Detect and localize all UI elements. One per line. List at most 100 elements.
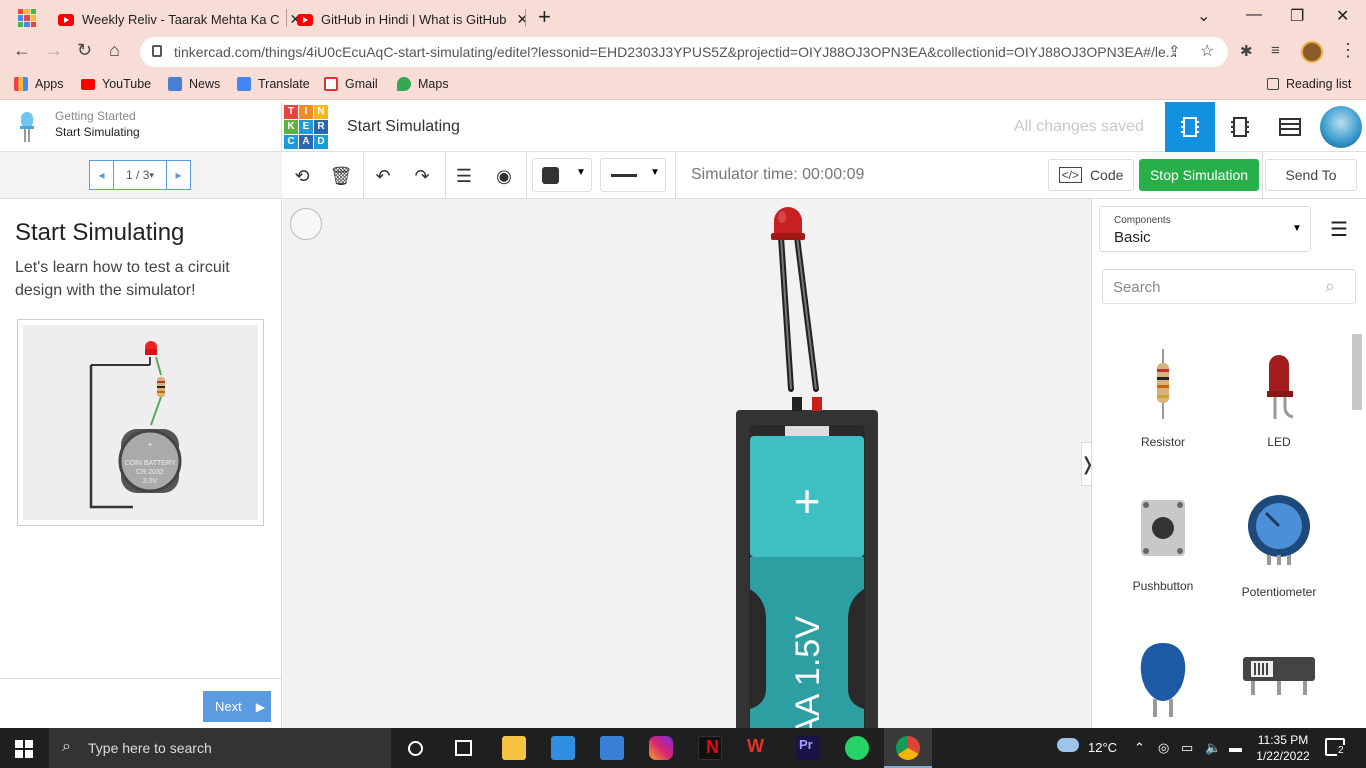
send-to-button[interactable]: Send To xyxy=(1265,159,1357,191)
new-tab-button[interactable]: + xyxy=(538,4,551,30)
component-search-input[interactable]: Search ⌕ xyxy=(1102,269,1356,304)
weather-temp[interactable]: 12°C xyxy=(1088,740,1117,755)
browser-menu-icon[interactable]: ⋮ xyxy=(1339,40,1357,61)
chrome-taskbar-button[interactable] xyxy=(884,728,932,768)
notifications-button[interactable]: 2 xyxy=(1325,738,1345,756)
windows-taskbar: ⌕ Type here to search N W Pr 12°C ⌃ ◎ ▭ … xyxy=(0,728,1366,768)
bookmark-apps[interactable]: Apps xyxy=(14,77,64,91)
component-pushbutton[interactable]: Pushbutton xyxy=(1108,497,1218,593)
bookmark-star-icon[interactable]: ☆ xyxy=(1200,41,1214,61)
taskbar-search-box[interactable]: ⌕ Type here to search xyxy=(49,728,391,768)
whatsapp-icon[interactable] xyxy=(845,736,869,760)
browser-tab-1[interactable]: Weekly Reliv - Taarak Mehta Ka C ✕ xyxy=(58,5,301,34)
browser-tab-2[interactable]: GitHub in Hindi | What is GitHub ✕ xyxy=(297,5,528,34)
url-bar[interactable]: tinkercad.com/things/4iU0cEcuAqC-start-s… xyxy=(140,37,1228,67)
home-button[interactable]: ⌂ xyxy=(109,40,120,61)
reload-button[interactable]: ↻ xyxy=(77,40,92,61)
browser-tab-bar: Weekly Reliv - Taarak Mehta Ka C ✕ GitHu… xyxy=(0,0,1366,34)
notes-button[interactable]: ☰ xyxy=(448,160,480,192)
maximize-button[interactable]: ❐ xyxy=(1290,6,1304,26)
instagram-icon[interactable] xyxy=(649,736,673,760)
news-icon xyxy=(168,77,182,91)
user-avatar[interactable] xyxy=(1320,106,1362,148)
file-explorer-icon[interactable] xyxy=(502,736,526,760)
store-icon[interactable] xyxy=(600,736,624,760)
component-resistor[interactable]: Resistor xyxy=(1108,349,1218,449)
webcam-icon[interactable]: ◎ xyxy=(1158,740,1169,756)
chrome-icon xyxy=(896,736,920,760)
delete-button[interactable]: 🗑 xyxy=(325,160,357,192)
youtube-icon xyxy=(58,13,74,26)
close-window-button[interactable]: ✕ xyxy=(1336,6,1349,26)
reading-list-button[interactable]: Reading list xyxy=(1267,77,1351,91)
component-list-view-button[interactable] xyxy=(1265,102,1315,152)
battery-icon[interactable]: ▬ xyxy=(1229,740,1242,755)
reading-list-icon xyxy=(1267,78,1279,90)
bookmark-label: Gmail xyxy=(345,77,378,91)
redo-button[interactable]: ↷ xyxy=(406,160,438,192)
component-potentiometer[interactable]: Potentiometer xyxy=(1224,493,1334,599)
rotate-button[interactable]: ⟲ xyxy=(286,160,318,192)
tab-title: GitHub in Hindi | What is GitHub xyxy=(321,12,507,27)
components-dropdown-value: Basic xyxy=(1114,229,1151,246)
component-led[interactable]: LED xyxy=(1224,349,1334,449)
close-tab-icon[interactable]: ✕ xyxy=(516,11,528,28)
resistor-icon xyxy=(1157,349,1169,419)
schematic-view-button[interactable] xyxy=(1215,102,1265,152)
project-title[interactable]: Start Simulating xyxy=(347,118,460,136)
tinkercad-logo[interactable]: T I N K E R C A D xyxy=(284,105,328,149)
media-control-icon[interactable]: ≡ xyxy=(1271,42,1280,59)
code-button[interactable]: </> Code xyxy=(1048,159,1134,191)
wps-office-icon[interactable]: W xyxy=(747,736,771,760)
components-dropdown[interactable]: Components Basic ▼ xyxy=(1099,206,1311,252)
component-label: LED xyxy=(1267,435,1291,449)
start-button[interactable] xyxy=(15,740,33,758)
bookmark-translate[interactable]: Translate xyxy=(237,77,310,91)
clock[interactable]: 11:35 PM 1/22/2022 xyxy=(1253,732,1313,764)
task-view-button[interactable] xyxy=(455,740,472,756)
volume-icon[interactable]: 🔈 xyxy=(1205,740,1221,756)
lesson-diagram: + COIN BATTERY CR 2032 3.0V xyxy=(17,319,264,526)
forward-button[interactable]: → xyxy=(45,40,63,61)
bookmark-gmail[interactable]: Gmail xyxy=(324,77,378,91)
lesson-heading: Start Simulating xyxy=(15,219,185,246)
minimize-button[interactable]: — xyxy=(1246,6,1262,24)
tab-search-icon[interactable]: ⌄ xyxy=(1197,6,1210,26)
cortana-button[interactable] xyxy=(408,741,423,756)
photos-icon[interactable] xyxy=(551,736,575,760)
bookmark-youtube[interactable]: YouTube xyxy=(81,77,151,91)
wire-color-dropdown[interactable]: ▼ xyxy=(532,158,592,192)
profile-avatar[interactable] xyxy=(1301,41,1323,63)
stop-simulation-button[interactable]: Stop Simulation xyxy=(1139,159,1259,191)
weather-icon[interactable] xyxy=(1057,738,1079,752)
premiere-pro-icon[interactable]: Pr xyxy=(796,736,820,760)
list-view-button[interactable]: ☰ xyxy=(1330,217,1348,242)
extensions-icon[interactable]: ✱ xyxy=(1240,42,1253,60)
workplane-canvas[interactable]: + AA 1.5V xyxy=(283,199,1091,728)
lesson-pager: ◂ 1 / 3 ▾ ▸ xyxy=(0,152,282,199)
netflix-icon[interactable]: N xyxy=(698,736,722,760)
prev-step-button[interactable]: ◂ xyxy=(89,160,114,190)
bookmark-maps[interactable]: Maps xyxy=(397,77,449,91)
slideswitch-icon xyxy=(1243,657,1315,695)
bookmark-label: Translate xyxy=(258,77,310,91)
bookmark-label: YouTube xyxy=(102,77,152,91)
circuit-view-button[interactable] xyxy=(1165,102,1215,152)
bookmark-news[interactable]: News xyxy=(168,77,220,91)
wire-type-dropdown[interactable]: ▼ xyxy=(600,158,666,192)
component-label: Pushbutton xyxy=(1132,579,1194,593)
share-icon[interactable]: ⇪ xyxy=(1168,42,1181,60)
undo-button[interactable]: ↶ xyxy=(367,160,399,192)
component-slideswitch[interactable] xyxy=(1224,651,1334,704)
battery-plus-sign: + xyxy=(794,475,821,527)
component-capacitor[interactable] xyxy=(1108,639,1218,722)
tray-expand-icon[interactable]: ⌃ xyxy=(1134,740,1145,756)
panel-scrollbar[interactable] xyxy=(1352,334,1362,410)
back-button[interactable]: ← xyxy=(13,40,31,61)
apps-grid-icon[interactable] xyxy=(18,9,36,27)
step-selector[interactable]: 1 / 3 ▾ xyxy=(113,160,167,190)
visibility-button[interactable]: ◉ xyxy=(488,160,520,192)
network-icon[interactable]: ▭ xyxy=(1181,740,1193,756)
next-step-button[interactable]: ▸ xyxy=(166,160,191,190)
next-button[interactable]: Next ▶ xyxy=(203,691,271,722)
